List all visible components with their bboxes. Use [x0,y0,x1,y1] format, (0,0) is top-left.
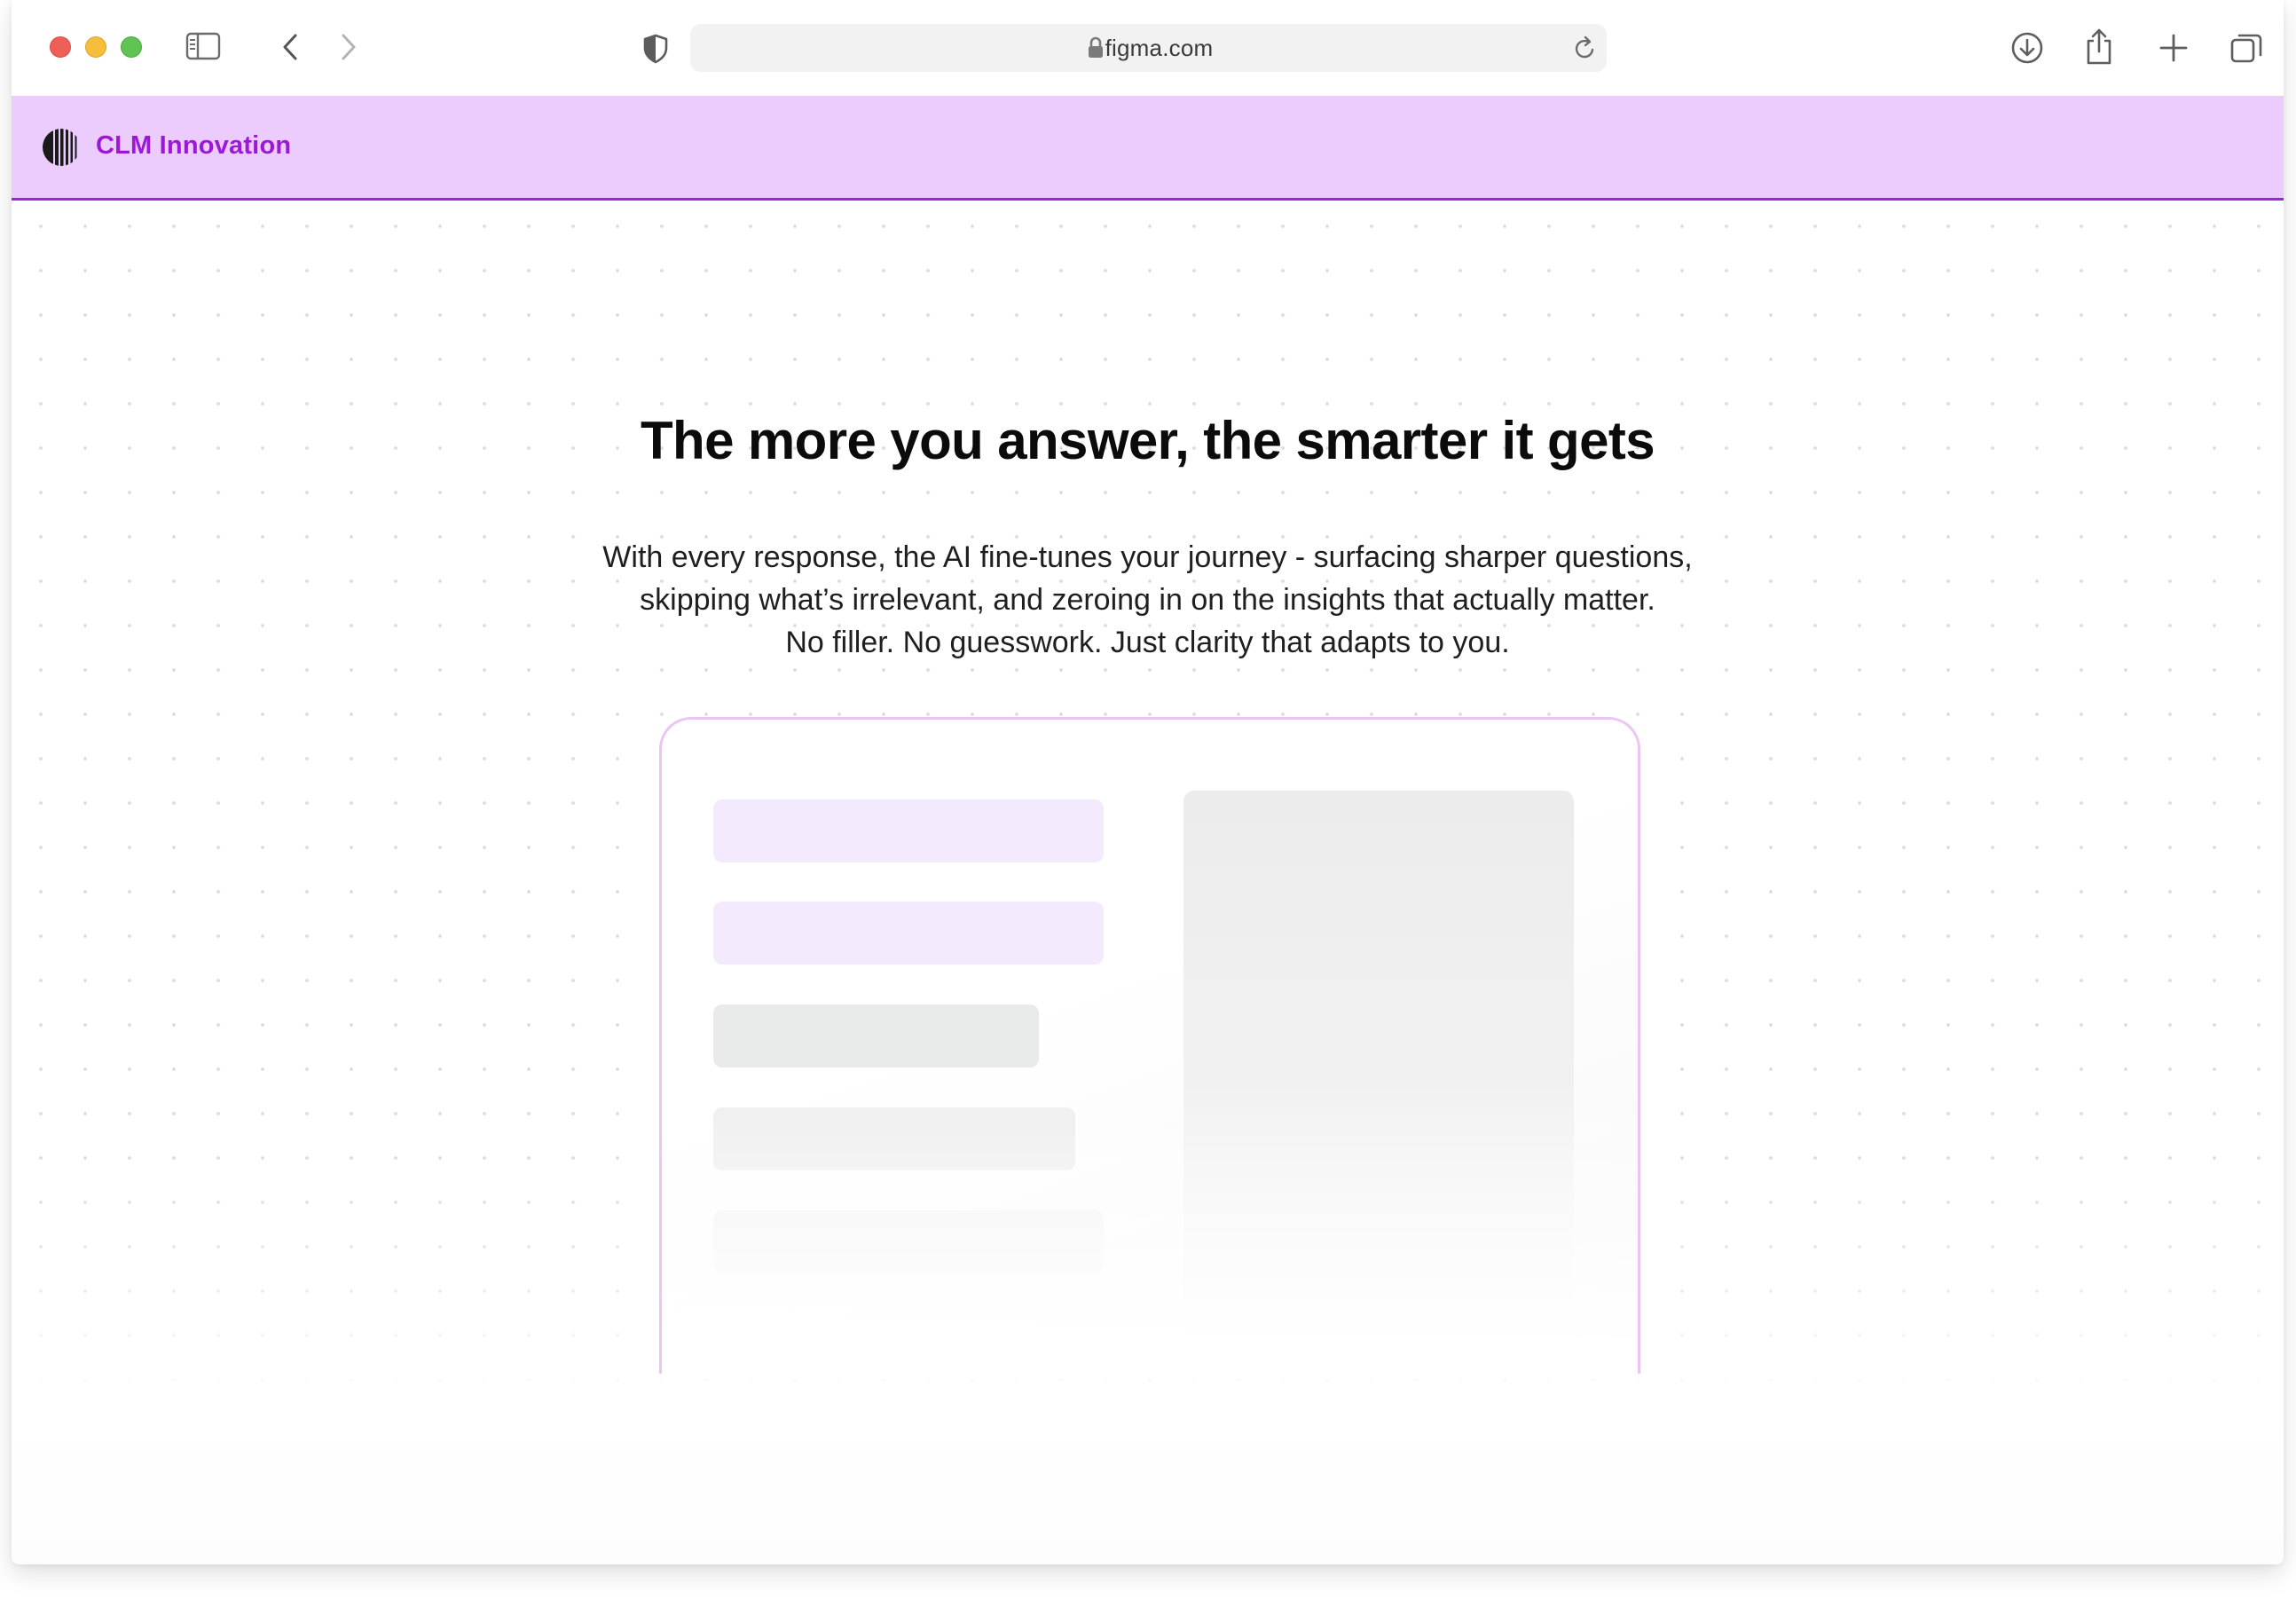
description-line: With every response, the AI fine-tunes y… [602,540,1693,574]
main-content: The more you answer, the smarter it gets… [12,201,2284,1564]
brand-logo-icon[interactable] [42,128,81,171]
description-line: No filler. No guesswork. Just clarity th… [785,626,1510,659]
skeleton-bar [713,902,1104,965]
page-title: The more you answer, the smarter it gets [640,411,1655,470]
sidebar-icon[interactable] [185,32,221,60]
share-icon[interactable] [2084,27,2114,66]
address-bar[interactable]: figma.com [690,24,1607,72]
skeleton-bar [713,800,1104,863]
lock-icon [1087,36,1105,64]
preview-card [659,717,1640,1374]
close-window-button[interactable] [50,36,71,58]
shield-icon[interactable] [642,34,669,64]
tab-overview-icon[interactable] [2229,31,2263,65]
page-description: With every response, the AI fine-tunes y… [12,536,2284,664]
back-icon[interactable] [280,33,300,61]
download-icon[interactable] [2010,31,2044,65]
url-text: figma.com [1105,34,1214,61]
brand-name[interactable]: CLM Innovation [96,131,291,161]
card-fade [662,1081,1638,1374]
skeleton-bar [713,1004,1039,1067]
forward-icon[interactable] [339,33,358,61]
reload-icon[interactable] [1573,35,1598,66]
new-tab-icon[interactable] [2158,33,2189,63]
description-line: skipping what’s irrelevant, and zeroing … [640,583,1655,617]
minimize-window-button[interactable] [85,36,106,58]
browser-toolbar: figma.com [12,0,2284,96]
zoom-window-button[interactable] [121,36,142,58]
app-header: CLM Innovation [12,96,2284,201]
browser-window: figma.com CLM Innovation The more you an… [12,0,2284,1564]
